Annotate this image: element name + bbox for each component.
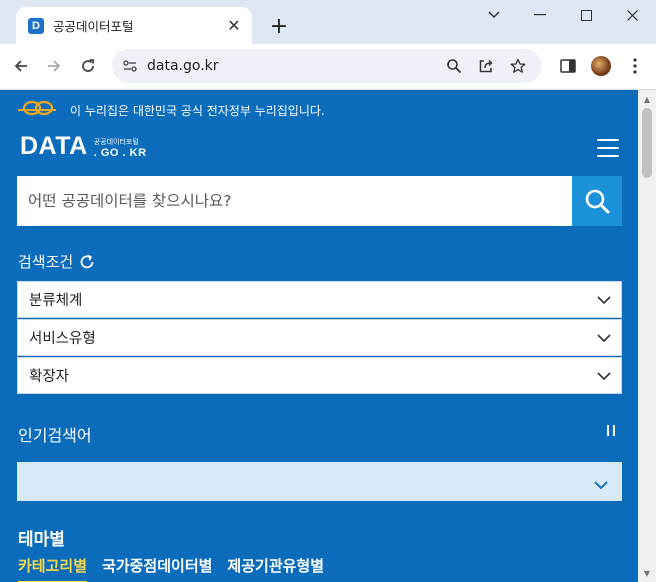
zoom-search-icon[interactable] — [442, 54, 466, 78]
browser-tab-strip: D 공공데이터포털 ✕ + — [0, 0, 656, 44]
filter-label: 확장자 — [29, 369, 70, 385]
scrollbar-thumb[interactable] — [642, 108, 652, 178]
logo-main: DATA — [20, 132, 88, 160]
close-tab-icon[interactable]: ✕ — [222, 14, 246, 38]
page-content: 이 누리집은 대한민국 공식 전자정부 누리집입니다. DATA 공공데이터포털… — [0, 90, 638, 582]
reload-button[interactable] — [74, 52, 102, 80]
browser-tab[interactable]: D 공공데이터포털 ✕ — [16, 7, 252, 44]
filter-label: 분류체계 — [29, 293, 83, 309]
theme-section-title: 테마별 — [18, 530, 65, 550]
maximize-button[interactable] — [564, 4, 608, 26]
filter-category-select[interactable]: 분류체계 — [17, 281, 622, 318]
hamburger-menu-icon[interactable] — [597, 139, 619, 157]
address-bar[interactable]: data.go.kr — [112, 49, 542, 83]
filter-service-type-select[interactable]: 서비스유형 — [17, 319, 622, 356]
tab-search-icon[interactable] — [472, 4, 516, 26]
forward-button[interactable] — [40, 52, 68, 80]
chevron-down-icon — [594, 474, 608, 493]
browser-toolbar: data.go.kr — [0, 44, 656, 90]
tab-title: 공공데이터포털 — [53, 19, 134, 34]
search-input[interactable] — [17, 176, 572, 226]
site-logo[interactable]: DATA 공공데이터포털 . GO . KR — [20, 132, 147, 160]
chevron-down-icon — [597, 295, 611, 304]
theme-tabs: 카테고리별 국가중점데이터별 제공기관유형별 — [18, 555, 339, 582]
filter-extension-select[interactable]: 확장자 — [17, 357, 622, 394]
gov-emblem-icon — [16, 98, 58, 122]
logo-sub-top: 공공데이터포털 — [93, 138, 139, 146]
filter-label: 서비스유형 — [29, 331, 96, 347]
menu-kebab-icon[interactable] — [622, 53, 648, 79]
new-tab-button[interactable]: + — [265, 12, 293, 40]
gov-notice-text: 이 누리집은 대한민국 공식 전자정부 누리집입니다. — [70, 103, 325, 118]
search-button[interactable] — [572, 176, 622, 226]
chevron-down-icon — [597, 333, 611, 342]
bookmark-star-icon[interactable] — [506, 54, 530, 78]
tab-category[interactable]: 카테고리별 — [18, 555, 88, 582]
reset-conditions-icon[interactable] — [78, 253, 96, 271]
side-panel-icon[interactable] — [555, 53, 581, 79]
profile-avatar[interactable] — [588, 53, 614, 79]
search-icon — [585, 189, 610, 214]
gov-notice-bar: 이 누리집은 대한민국 공식 전자정부 누리집입니다. — [16, 98, 325, 122]
site-info-icon[interactable] — [118, 54, 142, 78]
tab-provider-type[interactable]: 제공기관유형별 — [227, 555, 324, 582]
search-conditions-title: 검색조건 — [18, 251, 96, 272]
chevron-down-icon — [597, 371, 611, 380]
scroll-down-icon[interactable]: ▼ — [642, 568, 652, 578]
page-scrollbar[interactable]: ▲ ▼ — [638, 90, 656, 582]
search-conditions-label: 검색조건 — [18, 253, 74, 271]
back-button[interactable] — [7, 52, 35, 80]
share-icon[interactable] — [474, 54, 498, 78]
minimize-button[interactable] — [518, 4, 562, 26]
search-bar — [17, 176, 622, 226]
pause-icon[interactable] — [607, 425, 615, 436]
tab-national-key-data[interactable]: 국가중점데이터별 — [102, 555, 212, 582]
popular-search-title: 인기검색어 — [18, 426, 92, 445]
url-text[interactable]: data.go.kr — [147, 58, 219, 74]
close-window-button[interactable] — [610, 4, 654, 26]
scroll-up-icon[interactable]: ▲ — [642, 94, 652, 104]
popular-keywords-dropdown[interactable] — [17, 462, 622, 501]
site-favicon-icon: D — [28, 17, 44, 34]
logo-sub-bottom: . GO . KR — [93, 147, 147, 159]
